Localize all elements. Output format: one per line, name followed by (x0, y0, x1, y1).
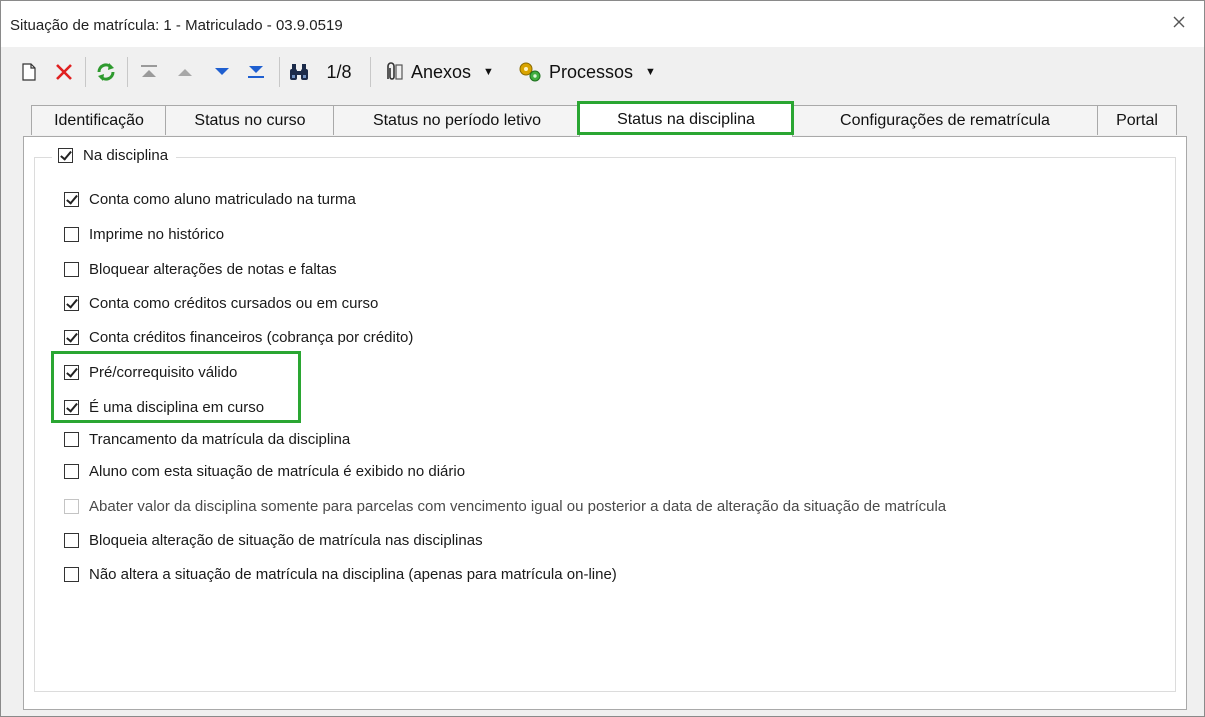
option-checkbox (64, 498, 79, 514)
option-checkbox[interactable] (64, 191, 79, 207)
option-row[interactable]: Não altera a situação de matrícula na di… (64, 562, 617, 586)
tab-label: Status na disciplina (617, 111, 755, 128)
option-label: Conta créditos financeiros (cobrança por… (89, 328, 414, 346)
option-label: Aluno com esta situação de matrícula é e… (89, 462, 466, 480)
previous-record-button[interactable] (173, 59, 197, 85)
tab-status-no-curso[interactable]: Status no curso (165, 105, 335, 135)
option-row[interactable]: Aluno com esta situação de matrícula é e… (64, 459, 465, 483)
search-button[interactable] (287, 59, 311, 85)
toolbar: 1/8 Anexos ▼ Processos ▼ (1, 47, 1204, 97)
last-record-button[interactable] (244, 59, 268, 85)
title-bar: Situação de matrícula: 1 - Matriculado -… (1, 1, 1204, 47)
record-position: 1/8 (319, 59, 359, 85)
gears-icon (519, 62, 541, 82)
tab-panel: Na disciplina Conta como aluno matricula… (23, 136, 1187, 710)
option-label: Abater valor da disciplina somente para … (89, 497, 947, 515)
tab-label: Configurações de rematrícula (840, 111, 1050, 129)
option-row[interactable]: Bloquear alterações de notas e faltas (64, 257, 337, 281)
attachments-dropdown[interactable]: Anexos ▼ (381, 59, 507, 85)
tab-label: Portal (1116, 111, 1158, 129)
next-record-button[interactable] (210, 59, 234, 85)
refresh-button[interactable] (93, 59, 119, 85)
option-checkbox[interactable] (64, 399, 79, 415)
processes-label: Processos (549, 61, 634, 82)
delete-button[interactable] (53, 59, 75, 85)
option-label: Conta como créditos cursados ou em curso (89, 294, 379, 312)
option-checkbox[interactable] (64, 261, 79, 277)
option-label: Bloquear alterações de notas e faltas (89, 260, 337, 278)
option-label: Imprime no histórico (89, 225, 225, 243)
tab-status-no-periodo-letivo[interactable]: Status no período letivo (333, 105, 581, 135)
option-row[interactable]: Conta como aluno matriculado na turma (64, 187, 356, 211)
first-record-button[interactable] (137, 59, 161, 85)
delete-x-icon (56, 64, 72, 80)
option-label: É uma disciplina em curso (89, 398, 265, 416)
option-checkbox[interactable] (64, 329, 79, 345)
option-checkbox[interactable] (64, 364, 79, 380)
option-checkbox[interactable] (64, 532, 79, 548)
option-checkbox[interactable] (64, 566, 79, 582)
tab-label: Identificação (54, 111, 144, 129)
tab-label: Status no curso (194, 111, 306, 129)
option-row[interactable]: Pré/correquisito válido (64, 360, 237, 384)
option-checkbox[interactable] (64, 431, 79, 447)
binoculars-icon (290, 64, 308, 80)
attachments-label: Anexos (411, 61, 472, 82)
paperclip-icon (387, 62, 403, 80)
group-label: Na disciplina (83, 147, 169, 164)
option-label: Trancamento da matrícula da disciplina (89, 430, 351, 448)
refresh-icon (97, 63, 115, 81)
processes-dropdown[interactable]: Processos ▼ (517, 59, 667, 85)
close-icon-glyph (1173, 16, 1185, 28)
option-row[interactable]: Conta créditos financeiros (cobrança por… (64, 325, 413, 349)
option-row: Abater valor da disciplina somente para … (64, 494, 946, 518)
chevron-down-icon: ▼ (645, 66, 656, 78)
last-record-icon (248, 66, 264, 78)
new-document-icon (22, 63, 36, 81)
toolbar-separator (85, 57, 86, 87)
arrow-down-icon (215, 68, 229, 75)
record-position-label: 1/8 (326, 61, 352, 82)
toolbar-separator (370, 57, 371, 87)
arrow-up-icon (178, 69, 192, 76)
new-record-button[interactable] (19, 59, 39, 85)
option-label: Conta como aluno matriculado na turma (89, 190, 356, 208)
toolbar-separator (279, 57, 280, 87)
dialog-window: Situação de matrícula: 1 - Matriculado -… (0, 0, 1205, 717)
group-header: Na disciplina (52, 147, 177, 164)
tab-portal[interactable]: Portal (1097, 105, 1177, 135)
tab-identificacao[interactable]: Identificação (31, 105, 167, 135)
first-record-icon (141, 65, 157, 77)
tab-label: Status no período letivo (372, 111, 542, 129)
tab-status-na-disciplina[interactable]: Status na disciplina (579, 102, 793, 137)
option-checkbox[interactable] (64, 295, 79, 311)
chevron-down-icon: ▼ (483, 66, 494, 78)
option-row[interactable]: Conta como créditos cursados ou em curso (64, 291, 378, 315)
toolbar-separator (127, 57, 128, 87)
window-title: Situação de matrícula: 1 - Matriculado -… (10, 17, 343, 34)
option-label: Não altera a situação de matrícula na di… (89, 565, 617, 583)
tab-configuracoes-de-rematricula[interactable]: Configurações de rematrícula (791, 105, 1099, 135)
na-disciplina-checkbox[interactable] (58, 148, 73, 163)
option-row[interactable]: Trancamento da matrícula da disciplina (64, 427, 350, 451)
option-checkbox[interactable] (64, 463, 79, 479)
option-checkbox[interactable] (64, 226, 79, 242)
tab-strip: Identificação Status no curso Status no … (1, 101, 1204, 137)
option-row[interactable]: É uma disciplina em curso (64, 395, 264, 419)
option-row[interactable]: Imprime no histórico (64, 222, 224, 246)
option-row[interactable]: Bloqueia alteração de situação de matríc… (64, 528, 483, 552)
option-label: Bloqueia alteração de situação de matríc… (89, 531, 483, 549)
close-icon[interactable] (1168, 13, 1190, 35)
option-label: Pré/correquisito válido (89, 363, 238, 381)
